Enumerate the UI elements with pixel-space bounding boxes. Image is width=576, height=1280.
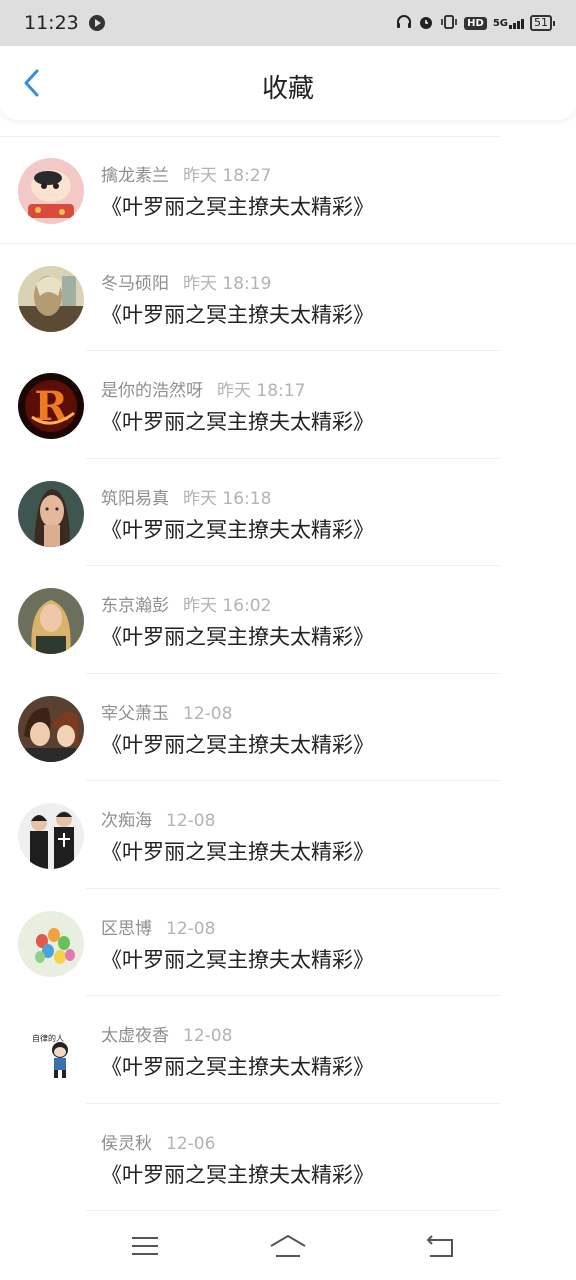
book-title[interactable]: 《叶罗丽之冥主撩夫太精彩》 [101, 406, 374, 436]
timestamp: 12-08 [183, 703, 233, 724]
hd-icon: HD [464, 16, 487, 30]
user-name: 是你的浩然呀 [101, 381, 203, 401]
return-icon [426, 1235, 453, 1257]
system-nav-bar [0, 1212, 576, 1280]
user-name: 擒龙素兰 [101, 166, 169, 186]
list-item[interactable]: 区思博 12-08 《叶罗丽之冥主撩夫太精彩》 [0, 889, 576, 996]
book-title[interactable]: 《叶罗丽之冥主撩夫太精彩》 [101, 514, 374, 544]
timestamp: 昨天 16:02 [183, 596, 272, 616]
avatar[interactable] [18, 158, 84, 224]
avatar[interactable] [18, 480, 84, 547]
menu-icon [132, 1237, 158, 1255]
list-item[interactable]: 自律的人 太虚夜香 12-08 《叶罗丽之冥主撩夫太精彩》 [0, 996, 576, 1104]
avatar-sticker-text: 自律的人 [32, 1033, 64, 1043]
list-item[interactable]: 擒龙素兰 昨天 18:27 《叶罗丽之冥主撩夫太精彩》 [0, 136, 576, 244]
favorites-list: 擒龙素兰 昨天 18:27 《叶罗丽之冥主撩夫太精彩》 冬马硕阳 昨天 18:19 … [0, 136, 576, 1211]
status-time: 11:23 [24, 12, 79, 34]
user-name: 筑阳易真 [101, 488, 169, 509]
user-name: 冬马硕阳 [101, 273, 169, 294]
book-title[interactable]: 《叶罗丽之冥主撩夫太精彩》 [101, 299, 374, 329]
timestamp: 昨天 18:27 [183, 166, 272, 186]
avatar[interactable] [18, 1125, 84, 1192]
timestamp: 昨天 18:19 [183, 273, 272, 294]
battery-icon: 51 [530, 15, 555, 31]
book-title[interactable]: 《叶罗丽之冥主撩夫太精彩》 [101, 1051, 374, 1081]
alarm-icon [418, 14, 434, 33]
timestamp: 昨天 16:18 [183, 488, 272, 509]
list-item[interactable]: 东京瀚彭 昨天 16:02 《叶罗丽之冥主撩夫太精彩》 [0, 566, 576, 674]
user-name: 宰父萧玉 [101, 703, 169, 724]
list-item[interactable]: 次痴海 12-08 《叶罗丽之冥主撩夫太精彩》 [0, 781, 576, 889]
timestamp: 12-08 [166, 811, 216, 831]
user-name: 侯灵秋 [101, 1133, 152, 1154]
status-bar: 11:23 HD 5G 51 [0, 0, 576, 46]
user-name: 东京瀚彭 [101, 596, 169, 616]
avatar[interactable] [18, 910, 84, 977]
book-title[interactable]: 《叶罗丽之冥主撩夫太精彩》 [101, 191, 374, 221]
headphones-icon [396, 14, 412, 32]
list-item[interactable]: 冬马硕阳 昨天 18:19 《叶罗丽之冥主撩夫太精彩》 [0, 244, 576, 351]
book-title[interactable]: 《叶罗丽之冥主撩夫太精彩》 [101, 729, 374, 759]
book-title[interactable]: 《叶罗丽之冥主撩夫太精彩》 [101, 1159, 374, 1189]
home-icon [270, 1235, 306, 1257]
list-item[interactable]: 宰父萧玉 12-08 《叶罗丽之冥主撩夫太精彩》 [0, 674, 576, 781]
user-name: 区思博 [101, 918, 152, 939]
media-play-icon [88, 15, 105, 31]
list-item[interactable]: 侯灵秋 12-06 《叶罗丽之冥主撩夫太精彩》 [0, 1104, 576, 1211]
menu-button[interactable] [124, 1230, 164, 1262]
timestamp: 12-08 [166, 918, 216, 939]
avatar[interactable]: 自律的人 [18, 1018, 84, 1084]
app-header: 收藏 [0, 46, 576, 120]
vibrate-icon [440, 14, 458, 32]
timestamp: 12-08 [183, 1026, 233, 1046]
home-button[interactable] [268, 1230, 308, 1262]
avatar[interactable] [18, 588, 84, 654]
book-title[interactable]: 《叶罗丽之冥主撩夫太精彩》 [101, 944, 374, 974]
avatar[interactable] [18, 803, 84, 869]
user-name: 次痴海 [101, 811, 152, 831]
timestamp: 昨天 18:17 [217, 381, 306, 401]
list-item[interactable]: R 是你的浩然呀 昨天 18:17 《叶罗丽之冥主撩夫太精彩》 [0, 351, 576, 459]
page-title: 收藏 [261, 74, 314, 104]
divider [86, 1210, 500, 1211]
book-title[interactable]: 《叶罗丽之冥主撩夫太精彩》 [101, 621, 374, 651]
avatar[interactable] [18, 695, 84, 762]
avatar[interactable]: R [18, 373, 84, 439]
timestamp: 12-06 [166, 1133, 216, 1154]
signal-5g-icon: 5G [493, 18, 524, 29]
list-item[interactable]: 筑阳易真 昨天 16:18 《叶罗丽之冥主撩夫太精彩》 [0, 459, 576, 566]
book-title[interactable]: 《叶罗丽之冥主撩夫太精彩》 [101, 836, 374, 866]
back-nav-button[interactable] [420, 1230, 460, 1262]
avatar[interactable] [18, 265, 84, 332]
user-name: 太虚夜香 [101, 1026, 169, 1046]
